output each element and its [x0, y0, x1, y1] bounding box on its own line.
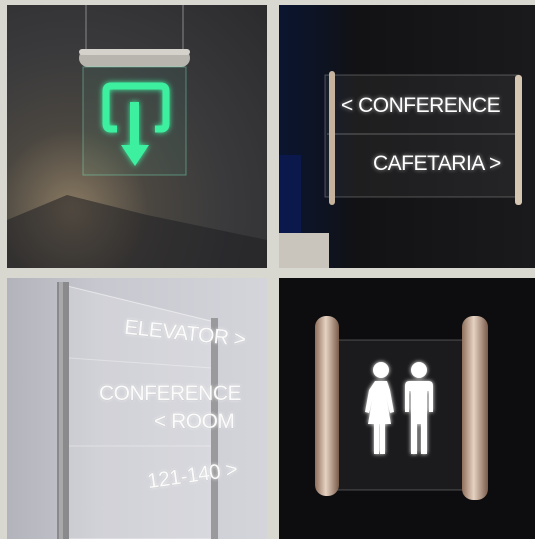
exit-sign-photo	[7, 5, 267, 268]
background-furniture	[279, 233, 329, 268]
restroom-sign-illustration	[315, 316, 488, 500]
sign-line-conference: CONFERENCE	[99, 382, 242, 405]
standoff-left	[315, 316, 339, 496]
acrylic-panel	[328, 339, 478, 491]
window-light	[279, 155, 301, 240]
sign-line-room: < ROOM	[154, 410, 235, 433]
sign-line-conference: < CONFERENCE	[341, 94, 501, 117]
restroom-sign-photo	[279, 278, 535, 539]
standoff-right	[515, 75, 522, 205]
exit-sign-illustration	[7, 5, 267, 268]
directional-sign-photo: < CONFERENCE CAFETARIA >	[279, 5, 535, 268]
sign-line-cafetaria: CAFETARIA >	[373, 152, 501, 175]
directory-sign-photo: ELEVATOR > CONFERENCE < ROOM 121-140 >	[7, 278, 267, 539]
standoff-left	[329, 71, 335, 205]
standoff-right	[462, 316, 488, 500]
